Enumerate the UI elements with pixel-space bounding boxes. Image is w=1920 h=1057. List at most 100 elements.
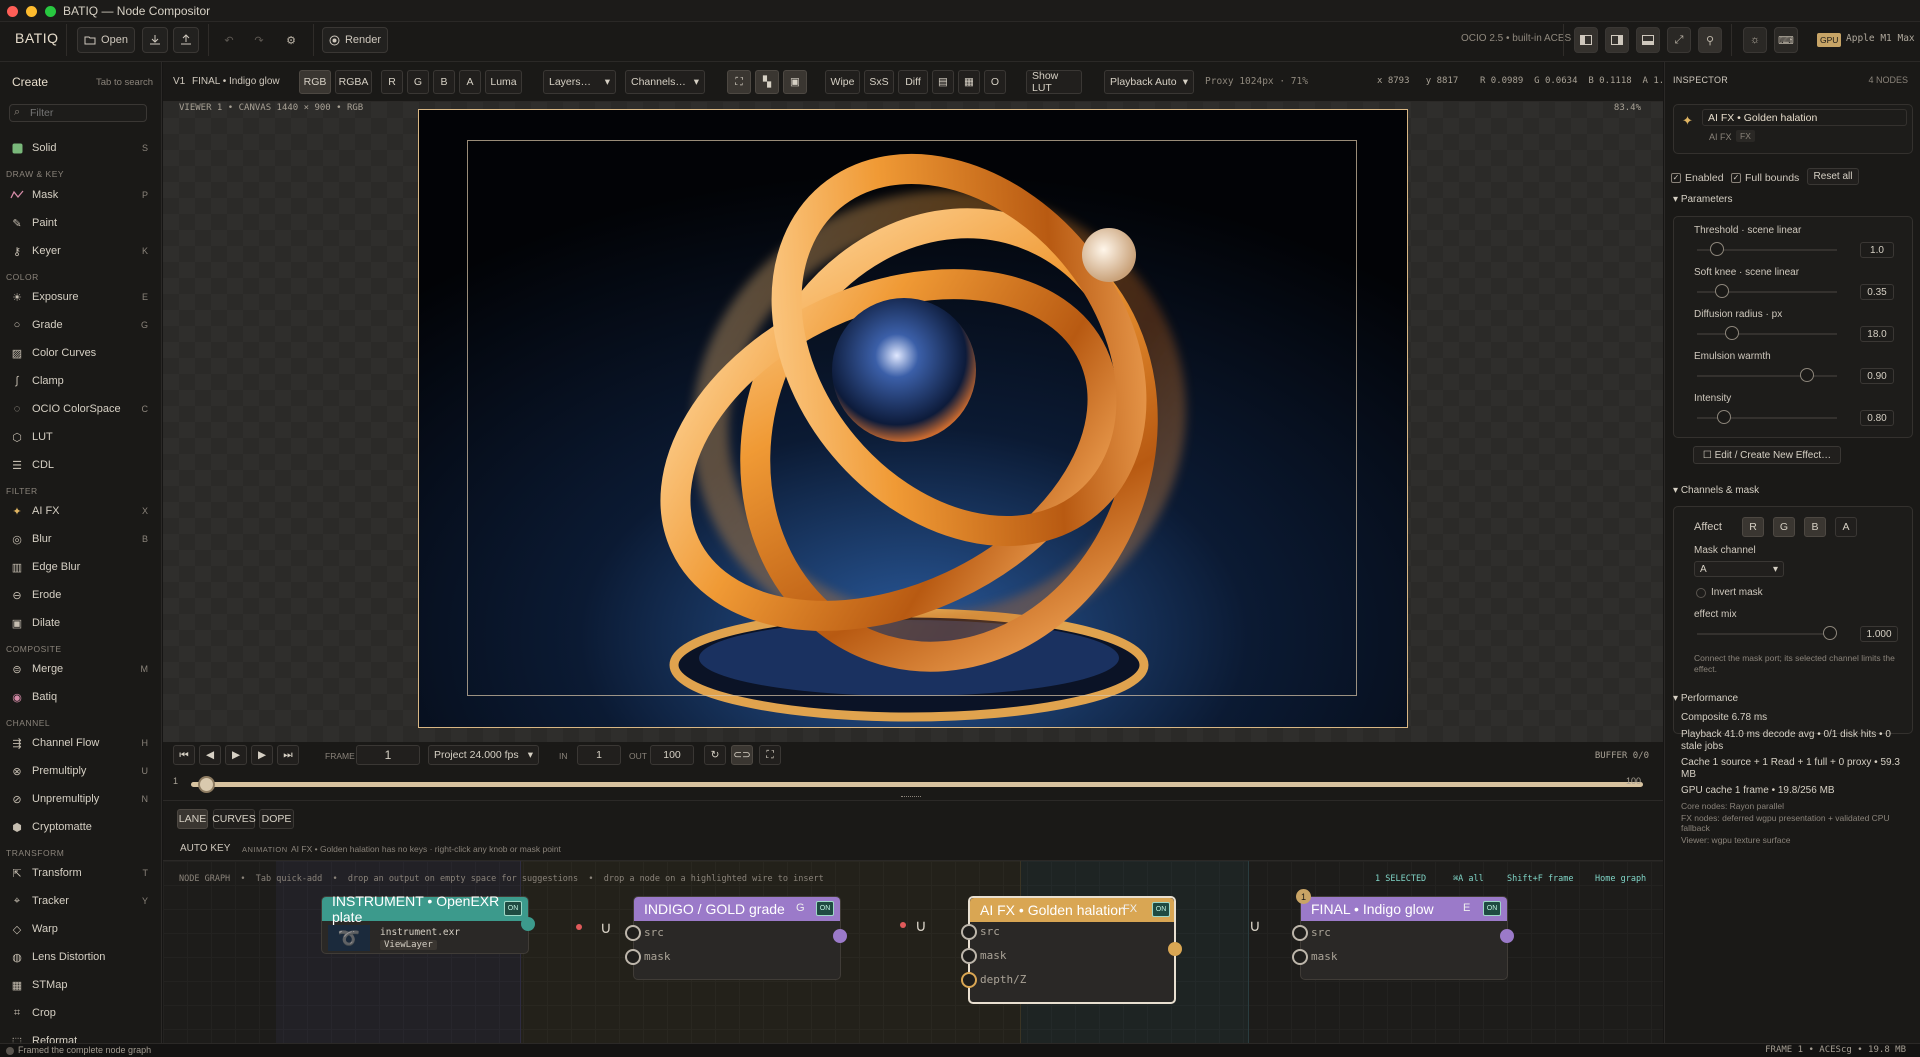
input-port-depth[interactable] xyxy=(961,972,977,988)
layout-right-button[interactable] xyxy=(1605,27,1629,53)
sidebar-item-mask[interactable]: Mask P xyxy=(0,182,161,208)
playhead[interactable] xyxy=(197,776,215,793)
intensity-value[interactable]: 0.80 xyxy=(1860,410,1894,426)
sidebar-item-grade[interactable]: ○ Grade G xyxy=(0,312,161,338)
invert-mask-checkbox[interactable]: Invert mask xyxy=(1696,587,1763,598)
frame-input[interactable]: 1 xyxy=(356,745,420,765)
filter-field[interactable]: ⌕ xyxy=(9,104,147,122)
fullscreen-viewer-button[interactable]: ⛶ xyxy=(759,745,781,765)
show-lut-button[interactable]: Show LUT xyxy=(1026,70,1082,94)
sidebar-item-tracker[interactable]: ⌖ Tracker Y xyxy=(0,888,161,914)
timeline-scrubber[interactable]: 1 100 xyxy=(163,770,1663,800)
out-point-input[interactable]: 100 xyxy=(650,745,694,765)
node-layer[interactable]: ViewLayer xyxy=(380,940,437,950)
fullscreen-button[interactable]: ⤢ xyxy=(1667,27,1691,53)
open-button[interactable]: Open xyxy=(77,27,135,53)
soft-knee-slider[interactable] xyxy=(1697,284,1837,298)
redo-button[interactable]: ↷ xyxy=(246,27,272,53)
diffusion-value[interactable]: 18.0 xyxy=(1860,326,1894,342)
sidebar-item-blur[interactable]: ◎ Blur B xyxy=(0,526,161,552)
first-frame-button[interactable]: ⏮ xyxy=(173,745,195,765)
sidebar-item-edge-blur[interactable]: ▥ Edge Blur xyxy=(0,554,161,580)
input-port-src[interactable] xyxy=(961,924,977,940)
minimize-window-button[interactable] xyxy=(26,6,37,17)
sidebar-item-paint[interactable]: ✎ Paint xyxy=(0,210,161,236)
node-on-toggle[interactable]: ON xyxy=(816,901,834,916)
next-frame-button[interactable]: ▶ xyxy=(251,745,273,765)
theme-button[interactable]: ☼ xyxy=(1743,27,1767,53)
sidebar-item-stmap[interactable]: ▦ STMap xyxy=(0,972,161,998)
slider-knob[interactable] xyxy=(1709,242,1724,256)
sidebar-item-color-curves[interactable]: ▨ Color Curves xyxy=(0,340,161,366)
node-graph[interactable]: NODE GRAPH • Tab quick-add • drop an out… xyxy=(163,860,1663,1043)
checker-button[interactable]: ▚ xyxy=(755,70,779,94)
soft-knee-value[interactable]: 0.35 xyxy=(1860,284,1894,300)
slider-knob[interactable] xyxy=(1823,626,1837,640)
overlay-button[interactable]: O xyxy=(984,70,1006,94)
input-port-src[interactable] xyxy=(625,925,641,941)
undo-button[interactable]: ↶ xyxy=(216,27,242,53)
output-port[interactable] xyxy=(1168,942,1182,956)
resize-grip[interactable] xyxy=(901,796,921,799)
reset-all-button[interactable]: Reset all xyxy=(1807,168,1859,185)
affect-a-toggle[interactable]: A xyxy=(1835,517,1857,537)
slider-knob[interactable] xyxy=(1724,326,1739,340)
export-button[interactable] xyxy=(173,27,199,53)
warmth-value[interactable]: 0.90 xyxy=(1860,368,1894,384)
sidebar-item-solid[interactable]: Solid S xyxy=(0,135,161,161)
slider-knob[interactable] xyxy=(1717,410,1732,424)
edit-effect-button[interactable]: ☐ Edit / Create New Effect… xyxy=(1693,446,1841,464)
diffusion-slider[interactable] xyxy=(1697,326,1837,340)
channel-luma-button[interactable]: Luma xyxy=(485,70,522,94)
sidebar-item-unpremultiply[interactable]: ⊘ Unpremultiply N xyxy=(0,786,161,812)
node-on-toggle[interactable]: ON xyxy=(504,901,522,916)
affect-r-toggle[interactable]: R xyxy=(1742,517,1764,537)
graph-view-button[interactable]: ⚲ xyxy=(1698,27,1722,53)
sidebar-item-reformat[interactable]: ⬚ Reformat xyxy=(0,1028,161,1043)
in-point-input[interactable]: 1 xyxy=(577,745,621,765)
node-name-field[interactable]: AI FX • Golden halation xyxy=(1702,109,1907,126)
warmth-slider[interactable] xyxy=(1697,368,1837,382)
zoom-window-button[interactable] xyxy=(45,6,56,17)
node-indigo-gold-grade[interactable]: INDIGO / GOLD grade G ON src mask xyxy=(625,896,847,980)
input-port-mask[interactable] xyxy=(625,949,641,965)
timeline-track[interactable] xyxy=(191,776,1643,793)
sidebar-item-crop[interactable]: ⌗ Crop xyxy=(0,1000,161,1026)
play-button[interactable]: ▶ xyxy=(225,745,247,765)
last-frame-button[interactable]: ⏭ xyxy=(277,745,299,765)
output-port[interactable] xyxy=(1500,929,1514,943)
effect-mix-value[interactable]: 1.000 xyxy=(1860,626,1898,642)
affect-g-toggle[interactable]: G xyxy=(1773,517,1795,537)
histogram-button[interactable]: ▤ xyxy=(932,70,954,94)
sidebar-item-ocio[interactable]: ◌ OCIO ColorSpace C xyxy=(0,396,161,422)
tab-lane[interactable]: LANE xyxy=(177,809,208,829)
slider-knob[interactable] xyxy=(1714,284,1729,298)
autokey-toggle[interactable]: AUTO KEY xyxy=(180,843,230,854)
sidebar-item-clamp[interactable]: ∫ Clamp xyxy=(0,368,161,394)
node-ai-fx-golden-halation[interactable]: AI FX • Golden halation FX ON src mask dep… xyxy=(961,896,1182,1004)
close-window-button[interactable] xyxy=(7,6,18,17)
channel-rgba-button[interactable]: RGBA xyxy=(335,70,372,94)
prev-frame-button[interactable]: ◀ xyxy=(199,745,221,765)
safe-area-button[interactable]: ▣ xyxy=(783,70,807,94)
input-port-src[interactable] xyxy=(1292,925,1308,941)
fps-dropdown[interactable]: Project 24.000 fps ▾ xyxy=(428,745,539,765)
tab-dope[interactable]: DOPE xyxy=(259,809,294,829)
sidebar-item-dilate[interactable]: ▣ Dilate xyxy=(0,610,161,636)
output-port[interactable] xyxy=(521,917,535,931)
sidebar-item-transform[interactable]: ⇱ Transform T xyxy=(0,860,161,886)
scopes-button[interactable]: ▦ xyxy=(958,70,980,94)
playback-dropdown[interactable]: Playback Auto ▾ xyxy=(1104,70,1194,94)
sidebar-item-exposure[interactable]: ☀ Exposure E xyxy=(0,284,161,310)
sidebar-item-cryptomatte[interactable]: ⬢ Cryptomatte xyxy=(0,814,161,840)
full-bounds-checkbox[interactable]: ✓ Full bounds xyxy=(1731,172,1799,184)
sidebar-item-ai-fx[interactable]: ✦ AI FX X xyxy=(0,498,161,524)
tab-curves[interactable]: CURVES xyxy=(212,809,256,829)
output-port[interactable] xyxy=(833,929,847,943)
affect-b-toggle[interactable]: B xyxy=(1804,517,1826,537)
channel-a-button[interactable]: A xyxy=(459,70,481,94)
sidebar-item-cdl[interactable]: ☰ CDL xyxy=(0,452,161,478)
layout-left-button[interactable] xyxy=(1574,27,1598,53)
sidebar-item-warp[interactable]: ◇ Warp xyxy=(0,916,161,942)
node-on-toggle[interactable]: ON xyxy=(1152,902,1170,917)
